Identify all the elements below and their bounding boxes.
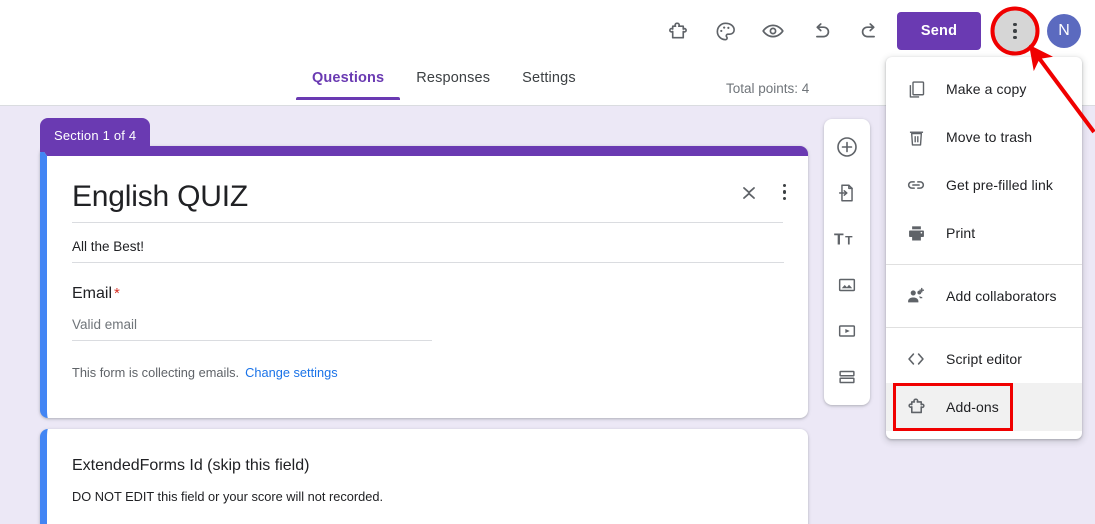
code-icon	[904, 347, 928, 371]
menu-item-label: Move to trash	[946, 129, 1032, 145]
svg-text:T: T	[845, 234, 853, 248]
menu-item-make-a-copy[interactable]: Make a copy	[886, 65, 1082, 113]
more-vert-icon	[1013, 23, 1017, 40]
collapse-icon[interactable]	[741, 182, 757, 202]
svg-text:T: T	[834, 232, 844, 249]
menu-item-get-pre-filled-link[interactable]: Get pre-filled link	[886, 161, 1082, 209]
header-toolbar: Send N	[653, 10, 1081, 52]
collecting-emails-note: This form is collecting emails. Change se…	[72, 365, 784, 380]
menu-item-add-collaborators[interactable]: Add collaborators	[886, 272, 1082, 320]
menu-item-move-to-trash[interactable]: Move to trash	[886, 113, 1082, 161]
undo-icon[interactable]	[797, 10, 845, 52]
eye-icon[interactable]	[749, 10, 797, 52]
add-question-icon[interactable]	[827, 127, 867, 167]
question-card-inner: ExtendedForms Id (skip this field) DO NO…	[47, 429, 808, 504]
add-image-icon[interactable]	[827, 265, 867, 305]
menu-item-label: Script editor	[946, 351, 1022, 367]
trash-icon	[904, 125, 928, 149]
copy-icon	[904, 77, 928, 101]
addons-icon[interactable]	[653, 10, 701, 52]
tab-settings[interactable]: Settings	[506, 64, 592, 100]
palette-icon[interactable]	[701, 10, 749, 52]
change-settings-link[interactable]: Change settings	[245, 365, 337, 380]
card-more-vert-icon[interactable]	[783, 184, 787, 201]
menu-item-add-ons[interactable]: Add-ons	[886, 383, 1082, 431]
form-title[interactable]: English QUIZ	[72, 180, 783, 223]
question-title: ExtendedForms Id (skip this field)	[72, 457, 784, 475]
section-tab[interactable]: Section 1 of 4	[40, 118, 150, 152]
add-video-icon[interactable]	[827, 311, 867, 351]
send-button[interactable]: Send	[897, 12, 981, 50]
menu-item-script-editor[interactable]: Script editor	[886, 335, 1082, 383]
puzzle-icon	[904, 395, 928, 419]
question-subtitle: DO NOT EDIT this field or your score wil…	[72, 489, 784, 504]
card-actions	[741, 182, 787, 202]
add-item-toolbar: T T	[824, 119, 870, 405]
form-header-card-inner: English QUIZ All the Best! Email* Valid …	[47, 156, 808, 418]
total-points-label: Total points: 4	[726, 81, 809, 96]
menu-item-label: Make a copy	[946, 81, 1026, 97]
avatar[interactable]: N	[1047, 14, 1081, 48]
menu-item-label: Get pre-filled link	[946, 177, 1053, 193]
menu-separator	[886, 327, 1082, 328]
add-title-description-icon[interactable]: T T	[827, 219, 867, 259]
menu-item-label: Add-ons	[946, 399, 999, 415]
email-field[interactable]: Valid email	[72, 317, 432, 341]
tab-questions[interactable]: Questions	[296, 64, 400, 100]
tabs: Questions Responses Settings	[296, 64, 592, 100]
more-options-menu: Make a copy Move to trash Get pre-filled…	[886, 57, 1082, 439]
more-options-wrapper	[991, 7, 1039, 55]
email-label-text: Email	[72, 285, 112, 302]
tab-responses[interactable]: Responses	[400, 64, 506, 100]
form-header-card[interactable]: English QUIZ All the Best! Email* Valid …	[40, 146, 808, 418]
menu-item-label: Add collaborators	[946, 288, 1057, 304]
email-label: Email*	[72, 263, 784, 303]
add-collaborators-icon	[904, 284, 928, 308]
question-card-extendedforms-id[interactable]: ExtendedForms Id (skip this field) DO NO…	[40, 429, 808, 524]
link-icon	[904, 173, 928, 197]
collecting-emails-text: This form is collecting emails.	[72, 365, 239, 380]
required-asterisk: *	[114, 285, 120, 302]
form-description[interactable]: All the Best!	[72, 223, 784, 263]
import-questions-icon[interactable]	[827, 173, 867, 213]
more-options-button[interactable]	[993, 9, 1037, 53]
menu-item-label: Print	[946, 225, 975, 241]
menu-separator	[886, 264, 1082, 265]
redo-icon[interactable]	[845, 10, 893, 52]
add-section-icon[interactable]	[827, 357, 867, 397]
print-icon	[904, 221, 928, 245]
menu-item-print[interactable]: Print	[886, 209, 1082, 257]
